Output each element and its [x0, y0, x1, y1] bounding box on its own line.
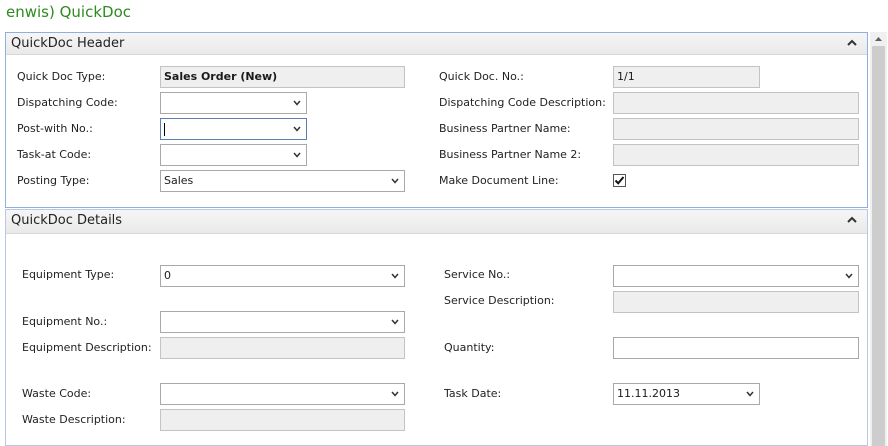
equipment-type-value: 0	[164, 269, 171, 282]
post-with-no-label: Post-with No.:	[17, 122, 93, 135]
check-icon	[614, 176, 625, 185]
quickdoc-header-bar[interactable]: QuickDoc Header	[6, 33, 867, 55]
chevron-down-icon[interactable]	[391, 319, 399, 325]
waste-description-field	[160, 409, 405, 431]
dispatching-code-description-field	[613, 92, 859, 114]
chevron-up-icon[interactable]	[846, 214, 858, 226]
waste-code-label: Waste Code:	[22, 387, 92, 400]
chevron-down-icon[interactable]	[746, 391, 754, 397]
quickdoc-details-panel: QuickDoc Details Equipment Type: 0 Equip…	[5, 209, 868, 446]
quantity-label: Quantity:	[444, 341, 495, 354]
waste-code-dropdown[interactable]	[160, 383, 405, 405]
dispatching-code-description-label: Dispatching Code Description:	[439, 96, 606, 109]
task-at-code-label: Task-at Code:	[17, 148, 92, 161]
service-no-label: Service No.:	[444, 268, 511, 281]
quickdoc-details-title: QuickDoc Details	[11, 213, 123, 228]
equipment-description-label: Equipment Description:	[22, 341, 152, 354]
chevron-down-icon[interactable]	[845, 273, 853, 279]
quickdoc-header-title: QuickDoc Header	[11, 36, 125, 51]
make-document-line-checkbox[interactable]	[613, 174, 626, 187]
make-document-line-label: Make Document Line:	[439, 174, 559, 187]
quick-doc-type-label: Quick Doc Type:	[17, 70, 106, 83]
chevron-down-icon[interactable]	[391, 391, 399, 397]
text-cursor	[164, 123, 165, 136]
service-description-label: Service Description:	[444, 294, 555, 307]
chevron-down-icon[interactable]	[391, 178, 399, 184]
chevron-down-icon[interactable]	[293, 100, 301, 106]
quantity-input[interactable]	[613, 337, 859, 359]
chevron-down-icon[interactable]	[391, 273, 399, 279]
quick-doc-type-field: Sales Order (New)	[160, 66, 405, 88]
posting-type-value: Sales	[164, 174, 194, 187]
task-date-dropdown[interactable]: 11.11.2013	[613, 383, 760, 405]
chevron-down-icon[interactable]	[293, 152, 301, 158]
quick-doc-no-label: Quick Doc. No.:	[439, 70, 524, 83]
scroll-up-arrow-icon[interactable]	[870, 32, 887, 46]
equipment-type-label: Equipment Type:	[22, 268, 115, 281]
posting-type-label: Posting Type:	[17, 174, 90, 187]
equipment-no-dropdown[interactable]	[160, 311, 405, 333]
quick-doc-no-field: 1/1	[613, 66, 760, 88]
service-no-dropdown[interactable]	[613, 265, 859, 287]
waste-description-label: Waste Description:	[22, 413, 126, 426]
business-partner-name-2-field	[613, 144, 859, 166]
dispatching-code-dropdown[interactable]	[160, 92, 307, 114]
equipment-type-dropdown[interactable]: 0	[160, 265, 405, 287]
chevron-down-icon[interactable]	[293, 126, 301, 132]
app-title: enwis) QuickDoc	[6, 3, 131, 21]
chevron-up-icon[interactable]	[846, 37, 858, 49]
quickdoc-header-panel: QuickDoc Header Quick Doc Type: Sales Or…	[5, 32, 868, 208]
task-date-label: Task Date:	[444, 387, 502, 400]
service-description-field	[613, 291, 859, 313]
equipment-description-field	[160, 337, 405, 359]
business-partner-name-2-label: Business Partner Name 2:	[439, 148, 582, 161]
task-at-code-dropdown[interactable]	[160, 144, 307, 166]
post-with-no-dropdown[interactable]	[160, 118, 307, 140]
quickdoc-details-bar[interactable]: QuickDoc Details	[6, 210, 867, 234]
posting-type-dropdown[interactable]: Sales	[160, 170, 405, 192]
scrollbar-thumb[interactable]	[872, 46, 885, 446]
task-date-value: 11.11.2013	[617, 387, 680, 400]
business-partner-name-field	[613, 118, 859, 140]
dispatching-code-label: Dispatching Code:	[17, 96, 118, 109]
vertical-scrollbar[interactable]	[870, 32, 887, 446]
business-partner-name-label: Business Partner Name:	[439, 122, 571, 135]
equipment-no-label: Equipment No.:	[22, 315, 108, 328]
